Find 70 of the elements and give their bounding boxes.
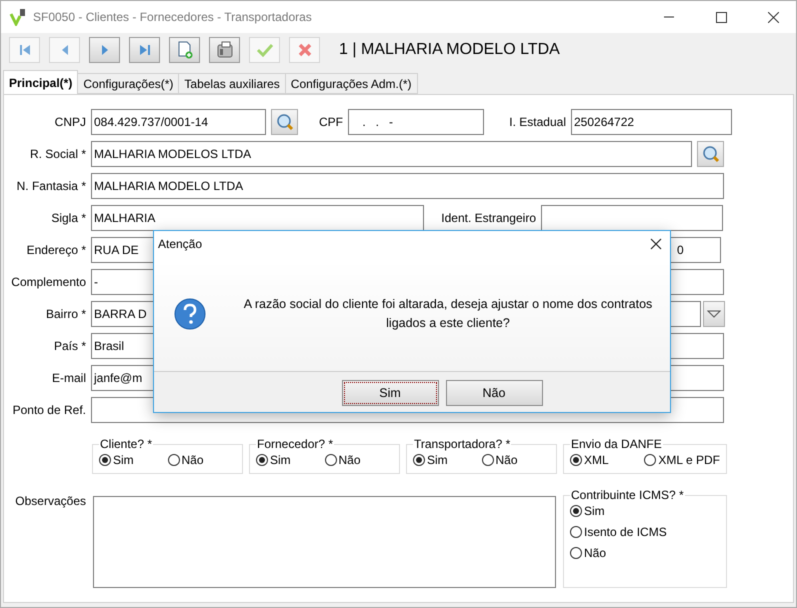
dialog-button[interactable]: Sim [342,380,438,406]
skip-forward-icon [138,43,152,57]
field-label: CPF [318,115,343,129]
field-label: I. Estadual [508,115,566,129]
radio-option[interactable]: Não [570,546,720,560]
field-label: Endereço * [26,243,86,257]
dropdown-button[interactable] [703,301,725,327]
radio-option[interactable]: Sim [570,504,720,518]
add-document-icon [176,41,192,59]
field-label: R. Social * [28,147,86,161]
acronym-field[interactable]: MALHARIA [91,205,424,231]
radio-option[interactable]: Sim [413,453,482,467]
tab[interactable]: Configurações Adm.(*) [284,73,418,94]
field-label: E-mail [50,371,86,385]
record-title: 1 | MALHARIA MODELO LTDA [339,41,560,59]
tab[interactable]: Principal(*) [3,70,78,94]
field-label: Bairro * [44,307,86,321]
search-icon [276,113,294,131]
field-label: Sigla * [50,211,86,225]
tab[interactable]: Tabelas auxiliares [178,73,286,94]
toolbar-button[interactable] [169,37,200,63]
window-title: SF0050 - Clientes - Fornecedores - Transportadoras [33,10,313,24]
toolbar-button[interactable] [209,37,240,63]
radio-option[interactable]: XML [570,453,644,467]
radio-option[interactable]: Não [324,453,393,467]
dialog-button[interactable]: Não [446,380,542,406]
trade-name-field[interactable]: MALHARIA MODELO LTDA [91,173,724,199]
radio-option[interactable]: Sim [99,453,168,467]
radio-option[interactable]: Não [168,453,236,467]
group-title: Transportadora? * [413,437,512,451]
notes-field[interactable] [93,496,556,588]
radio-option[interactable]: XML e PDF [644,453,720,467]
foreign-id-field[interactable] [541,205,723,231]
group-title: Fornecedor? * [256,437,334,451]
skip-back-icon [18,43,32,57]
search-button[interactable] [271,109,298,135]
dialog-message: A razão social do cliente foi altarada, deseja ajustar o nome dos contratos ligados a este cliente? [242,296,654,332]
dialog-title: Atenção [158,237,202,251]
group-title: Envio da DANFE [570,437,663,451]
radio-option[interactable]: Não [482,453,550,467]
toolbar-button[interactable] [89,37,120,63]
field-label: Complemento [10,275,86,289]
close-icon [298,43,312,57]
close-icon[interactable] [650,238,662,250]
group-title: Cliente? * [99,437,154,451]
cpf-field[interactable]: . . - [348,109,484,135]
radio-option[interactable]: Isento de ICMS [570,525,720,539]
field-label: Ponto de Ref. [12,403,86,417]
cnpj-field[interactable]: 084.429.737/0001-14 [91,109,266,135]
toolbar-button[interactable] [129,37,160,63]
caret-icon [707,310,721,318]
question-icon [174,298,206,330]
company-name-field[interactable]: MALHARIA MODELOS LTDA [91,141,692,167]
search-button[interactable] [697,141,724,167]
close-icon[interactable] [768,12,778,22]
search-icon [702,145,720,163]
state-registration-field[interactable]: 250264722 [571,109,732,135]
check-icon [256,43,274,57]
field-label: CNPJ [54,115,86,129]
field-label: País * [52,339,86,353]
app-logo-icon [9,8,27,26]
field-label: Observações [14,493,86,510]
field-label: N. Fantasia * [16,179,86,193]
group-title: Contribuinte ICMS? * [570,488,685,502]
triangle-left-icon [60,43,70,57]
maximize-icon[interactable] [716,12,726,22]
tab[interactable]: Configurações(*) [77,73,180,94]
radio-option[interactable]: Sim [256,453,324,467]
triangle-right-icon [100,43,110,57]
field-label: Ident. Estrangeiro [440,211,536,225]
